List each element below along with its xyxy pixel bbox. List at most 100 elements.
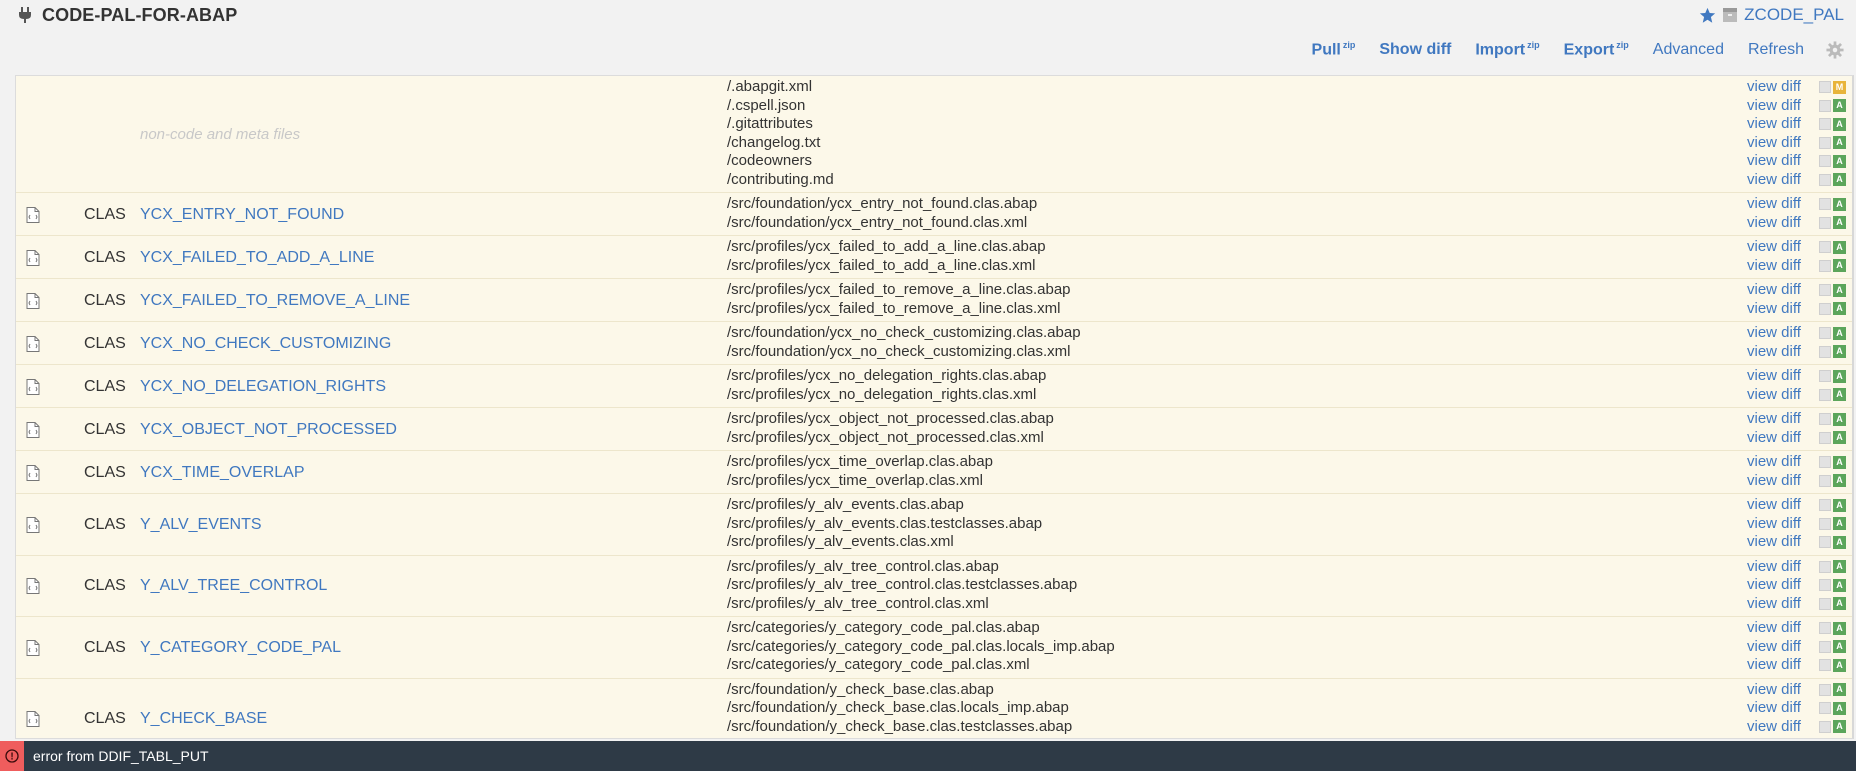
file-path: /src/foundation/y_check_base.clas.xml <box>727 736 1072 738</box>
local-status-box <box>1819 284 1831 297</box>
view-diff-link[interactable]: view diff <box>1747 78 1801 97</box>
diff-links: view diff view diff view diff <box>1747 496 1801 552</box>
star-icon[interactable] <box>1699 7 1716 24</box>
object-name-link[interactable]: Y_CATEGORY_CODE_PAL <box>140 639 341 657</box>
added-badge: A <box>1833 498 1846 512</box>
view-diff-link[interactable]: view diff <box>1747 115 1801 134</box>
import-zip-button[interactable]: Import zip <box>1475 40 1539 59</box>
diff-links: view diff view diff <box>1747 324 1801 361</box>
added-badge: A <box>1833 412 1846 426</box>
view-diff-link[interactable]: view diff <box>1747 152 1801 171</box>
view-diff-link[interactable]: view diff <box>1747 171 1801 190</box>
file-status-flag: A <box>1819 152 1846 171</box>
view-diff-link[interactable]: view diff <box>1747 638 1801 657</box>
diff-links: view diff view diff view diff view diff view… <box>1747 78 1801 189</box>
object-type: CLAS <box>84 463 126 481</box>
view-diff-link[interactable]: view diff <box>1747 281 1801 300</box>
view-diff-link[interactable]: view diff <box>1747 619 1801 638</box>
file-status-flag: A <box>1819 115 1846 134</box>
view-diff-link[interactable]: view diff <box>1747 97 1801 116</box>
view-diff-link[interactable]: view diff <box>1747 300 1801 319</box>
view-diff-link[interactable]: view diff <box>1747 515 1801 534</box>
file-list: /src/profiles/ycx_failed_to_remove_a_lin… <box>727 281 1071 318</box>
local-status-box <box>1819 597 1831 610</box>
file-icon <box>26 710 40 727</box>
view-diff-link[interactable]: view diff <box>1747 496 1801 515</box>
added-badge: A <box>1833 621 1846 635</box>
local-status-box <box>1819 81 1831 94</box>
view-diff-link[interactable]: view diff <box>1747 410 1801 429</box>
file-path: /src/profiles/ycx_failed_to_add_a_line.c… <box>727 256 1036 274</box>
file-path: /src/profiles/ycx_failed_to_remove_a_lin… <box>727 299 1061 317</box>
view-diff-link[interactable]: view diff <box>1747 429 1801 448</box>
object-name-link[interactable]: Y_ALV_TREE_CONTROL <box>140 577 327 595</box>
object-type: CLAS <box>84 577 126 595</box>
view-diff-link[interactable]: view diff <box>1747 681 1801 700</box>
added-badge: A <box>1833 431 1846 445</box>
file-list: /src/profiles/y_alv_tree_control.clas.ab… <box>727 558 1077 614</box>
diff-links: view diffview diffview diffview diff <box>1747 681 1801 739</box>
file-status-flag: A <box>1819 343 1846 362</box>
view-diff-link[interactable]: view diff <box>1747 195 1801 214</box>
export-zip-button[interactable]: Export zip <box>1564 40 1629 59</box>
file-list: /src/profiles/ycx_failed_to_add_a_line.c… <box>727 238 1046 275</box>
view-diff-link[interactable]: view diff <box>1747 699 1801 718</box>
view-diff-link[interactable]: view diff <box>1747 257 1801 276</box>
gear-icon[interactable] <box>1826 41 1844 59</box>
object-name-link[interactable]: YCX_FAILED_TO_ADD_A_LINE <box>140 249 374 267</box>
view-diff-link[interactable]: view diff <box>1747 718 1801 737</box>
view-diff-link[interactable]: view diff <box>1747 558 1801 577</box>
object-name-link[interactable]: Y_CHECK_BASE <box>140 710 267 728</box>
package-name[interactable]: ZCODE_PAL <box>1744 5 1844 25</box>
local-status-box <box>1819 259 1831 272</box>
object-name-link[interactable]: YCX_OBJECT_NOT_PROCESSED <box>140 421 397 439</box>
view-diff-link[interactable]: view diff <box>1747 343 1801 362</box>
repo-file-table: non-code and meta files /.abapgit.xml/.cs… <box>15 75 1854 739</box>
view-diff-link[interactable]: view diff <box>1747 656 1801 675</box>
show-diff-button[interactable]: Show diff <box>1379 41 1451 59</box>
file-status-flag: A <box>1819 681 1846 700</box>
view-diff-link[interactable]: view diff <box>1747 736 1801 738</box>
object-name-link[interactable]: YCX_TIME_OVERLAP <box>140 464 305 482</box>
view-diff-link[interactable]: view diff <box>1747 386 1801 405</box>
view-diff-link[interactable]: view diff <box>1747 576 1801 595</box>
file-icon <box>26 335 40 352</box>
local-status-box <box>1819 370 1831 383</box>
local-status-box <box>1819 640 1831 653</box>
file-path: /src/categories/y_category_code_pal.clas… <box>727 637 1115 655</box>
view-diff-link[interactable]: view diff <box>1747 533 1801 552</box>
object-name-link[interactable]: YCX_FAILED_TO_REMOVE_A_LINE <box>140 292 410 310</box>
diff-links: view diff view diff <box>1747 195 1801 232</box>
view-diff-link[interactable]: view diff <box>1747 367 1801 386</box>
repo-name[interactable]: CODE-PAL-FOR-ABAP <box>42 5 237 26</box>
object-name-link[interactable]: Y_ALV_EVENTS <box>140 516 262 534</box>
file-path: /src/foundation/ycx_no_check_customizing… <box>727 342 1071 360</box>
view-diff-link[interactable]: view diff <box>1747 324 1801 343</box>
file-path: /src/foundation/ycx_entry_not_found.clas… <box>727 195 1038 212</box>
pull-zip-button[interactable]: Pull zip <box>1312 40 1356 59</box>
object-name-link[interactable]: YCX_NO_DELEGATION_RIGHTS <box>140 378 386 396</box>
view-diff-link[interactable]: view diff <box>1747 238 1801 257</box>
file-path: /src/profiles/y_alv_tree_control.clas.xm… <box>727 594 989 612</box>
local-status-box <box>1819 136 1831 149</box>
file-status-flag: A <box>1819 619 1846 638</box>
status-flags: AA <box>1819 324 1846 361</box>
file-status-flag: A <box>1819 595 1846 614</box>
view-diff-link[interactable]: view diff <box>1747 453 1801 472</box>
file-path: /.cspell.json <box>727 96 806 114</box>
view-diff-link[interactable]: view diff <box>1747 472 1801 491</box>
file-status-flag: A <box>1819 257 1846 276</box>
view-diff-link[interactable]: view diff <box>1747 595 1801 614</box>
local-status-box <box>1819 536 1831 549</box>
object-name-link[interactable]: YCX_NO_CHECK_CUSTOMIZING <box>140 335 391 353</box>
view-diff-link[interactable]: view diff <box>1747 214 1801 233</box>
advanced-button[interactable]: Advanced <box>1653 41 1724 59</box>
file-status-flag: A <box>1819 195 1846 214</box>
table-row: CLAS Y_ALV_EVENTS/src/profiles/y_alv_even… <box>16 494 1852 556</box>
file-path: /src/profiles/y_alv_events.clas.abap <box>727 496 964 513</box>
object-type: CLAS <box>84 248 126 266</box>
local-status-box <box>1819 155 1831 168</box>
object-name-link[interactable]: YCX_ENTRY_NOT_FOUND <box>140 206 344 224</box>
refresh-button[interactable]: Refresh <box>1748 41 1804 59</box>
view-diff-link[interactable]: view diff <box>1747 134 1801 153</box>
